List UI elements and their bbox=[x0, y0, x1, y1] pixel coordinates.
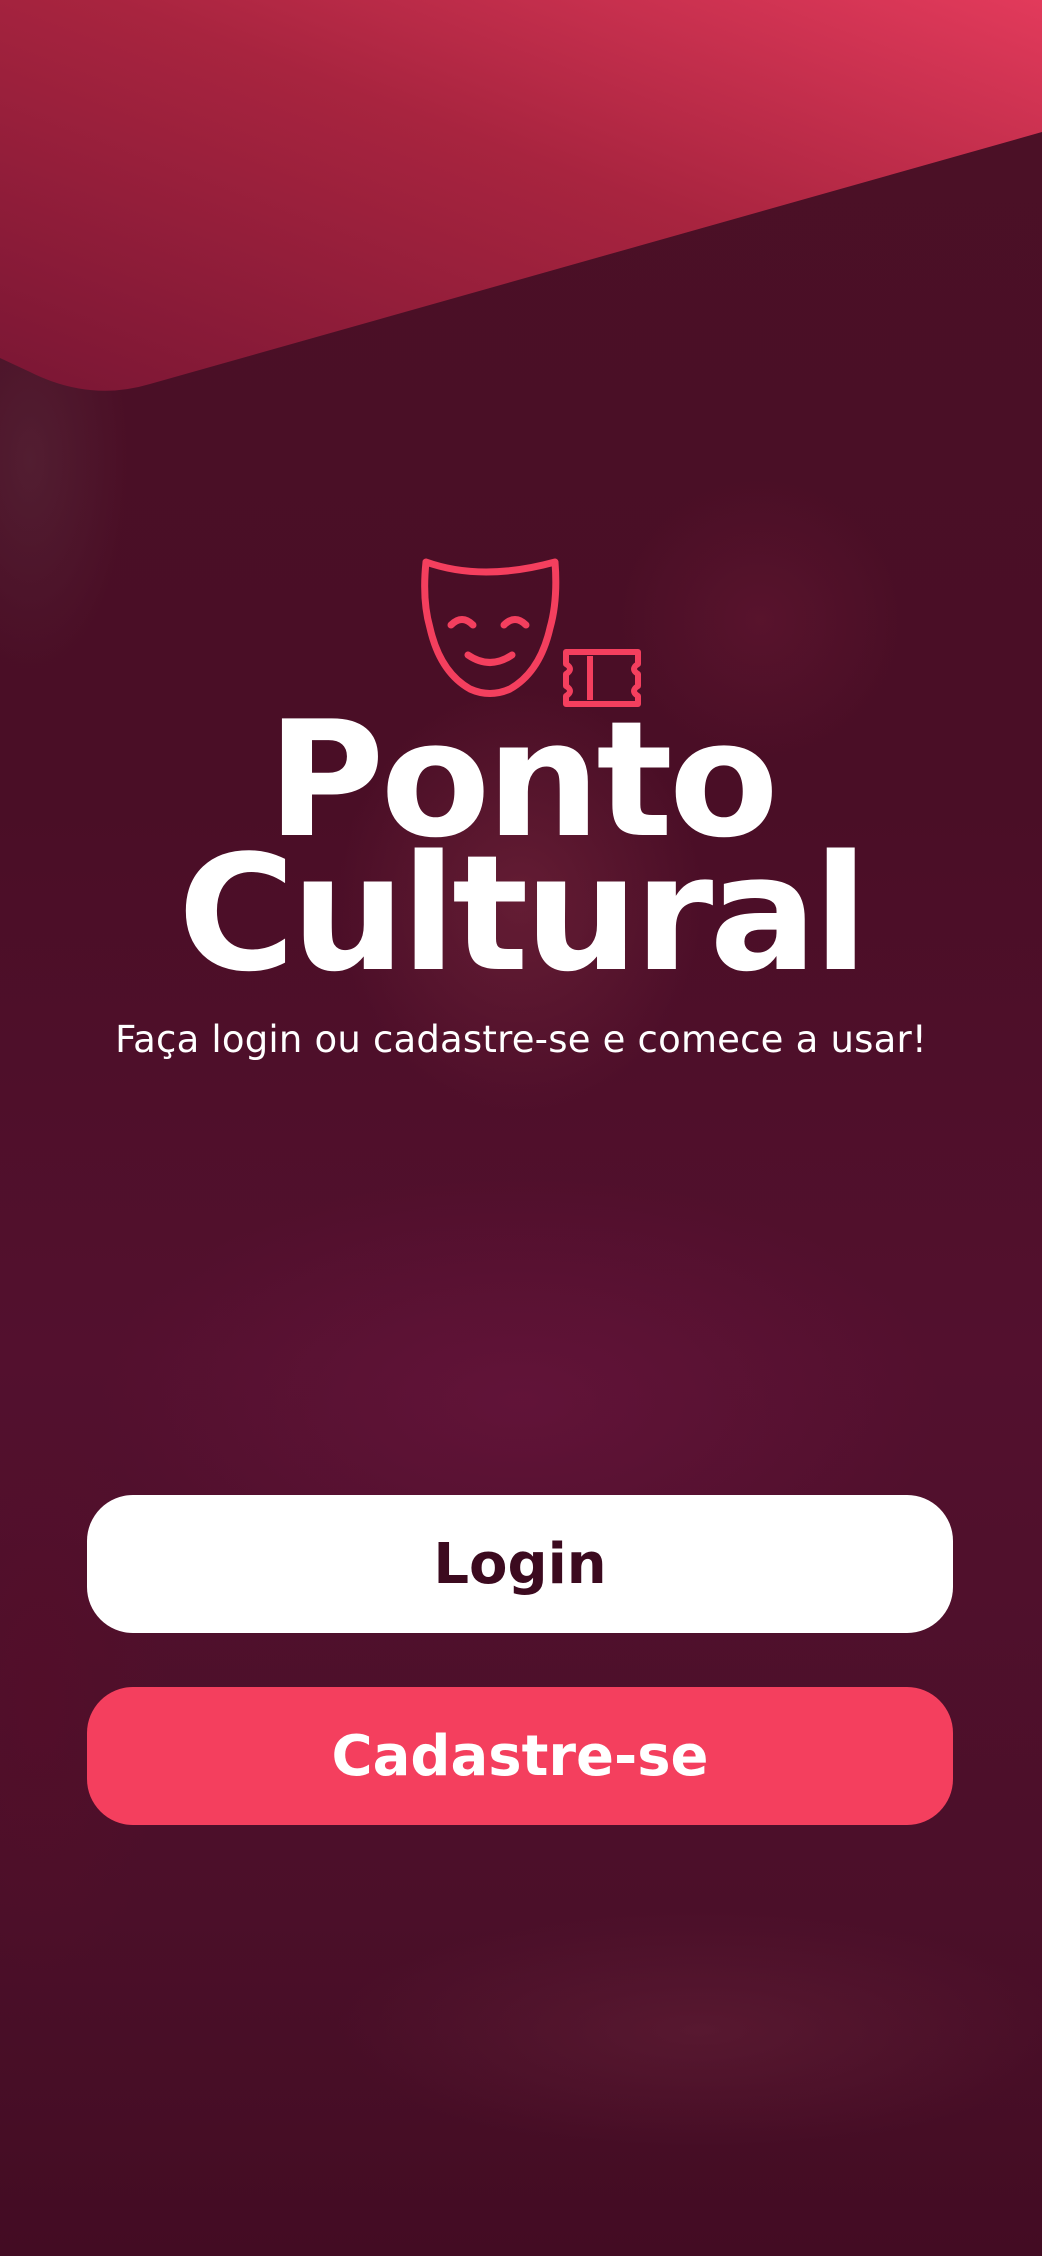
login-button[interactable]: Login bbox=[87, 1495, 953, 1633]
app-title-line-2: Cultural bbox=[177, 820, 868, 1007]
signup-button-label: Cadastre-se bbox=[331, 1723, 709, 1789]
signup-button[interactable]: Cadastre-se bbox=[87, 1687, 953, 1825]
welcome-screen: Ponto Cultural Faça login ou cadastre-se… bbox=[0, 0, 1042, 2256]
login-button-label: Login bbox=[433, 1531, 607, 1597]
welcome-subtitle: Faça login ou cadastre-se e comece a usa… bbox=[115, 1018, 927, 1061]
top-banner bbox=[0, 0, 1042, 391]
